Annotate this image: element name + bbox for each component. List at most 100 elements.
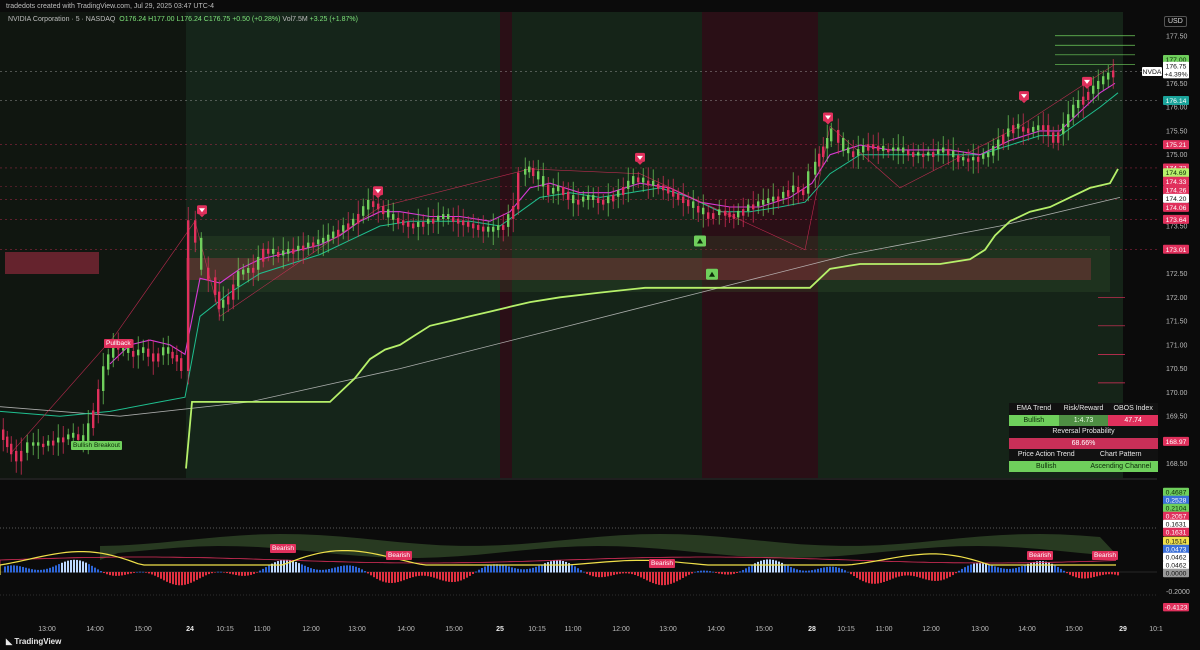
candle-body (327, 234, 330, 242)
candle-body (1002, 134, 1005, 145)
candle-body (194, 220, 197, 243)
candle-body (47, 440, 50, 446)
osc-histogram-bar (406, 572, 408, 580)
risk-reward-value: 1:4.73 (1058, 414, 1109, 426)
candle-body (442, 214, 445, 220)
candle-body (77, 434, 80, 440)
time-tick-label: 11:00 (876, 626, 893, 633)
osc-histogram-bar (40, 569, 42, 573)
candle-body (642, 177, 645, 183)
candle-body (1097, 80, 1100, 90)
currency-button[interactable]: USD (1164, 16, 1187, 27)
risk-reward-header: Risk/Reward (1063, 405, 1104, 412)
osc-histogram-bar (865, 572, 867, 583)
candle-body (32, 442, 35, 446)
osc-histogram-bar (121, 572, 123, 576)
osc-histogram-bar (466, 572, 468, 578)
osc-histogram-bar (661, 572, 663, 586)
candle-body (332, 231, 335, 239)
osc-histogram-bar (571, 564, 573, 573)
candle-body (818, 153, 821, 167)
osc-histogram-bar (931, 572, 933, 581)
osc-histogram-bar (91, 565, 93, 573)
osc-histogram-bar (709, 571, 711, 573)
candle-body (782, 191, 785, 199)
candle-body (167, 347, 170, 354)
osc-histogram-bar (835, 567, 837, 573)
time-tick-label: 13:00 (38, 626, 56, 633)
osc-histogram-bar (436, 572, 438, 579)
symbol-legend[interactable]: NVIDIA Corporation · 5 · NASDAQ O176.24 … (8, 16, 358, 23)
osc-histogram-bar (607, 572, 609, 577)
osc-histogram-bar (637, 572, 639, 577)
osc-histogram-bar (712, 571, 714, 573)
candle-body (927, 152, 930, 156)
osc-histogram-bar (730, 572, 732, 575)
osc-histogram-bar (883, 572, 885, 582)
osc-histogram-bar (838, 567, 840, 573)
osc-histogram-bar (1081, 572, 1083, 579)
osc-histogram-bar (964, 567, 966, 573)
candle-body (592, 195, 595, 200)
osc-histogram-bar (160, 572, 162, 579)
price-axis-badge-text: 173.64 (1166, 217, 1187, 224)
candle-body (1037, 125, 1040, 131)
osc-histogram-bar (268, 565, 270, 573)
ema-trend-header: EMA Trend (1016, 405, 1052, 412)
osc-histogram-bar (1087, 572, 1089, 579)
osc-histogram-bar (532, 567, 534, 573)
osc-axis-badge-text: 0.0000 (1166, 571, 1187, 578)
osc-histogram-bar (37, 569, 39, 573)
osc-histogram-bar (226, 572, 228, 574)
osc-histogram-bar (343, 565, 345, 573)
osc-histogram-bar (31, 569, 33, 573)
chart-canvas[interactable]: 177.50177.00176.50176.00175.50175.00174.… (0, 0, 1200, 650)
osc-histogram-bar (700, 570, 702, 573)
osc-histogram-bar (376, 572, 378, 579)
osc-histogram-bar (610, 572, 612, 576)
candle-body (852, 151, 855, 158)
osc-histogram-bar (25, 567, 27, 573)
osc-histogram-bar (304, 565, 306, 573)
candle-body (292, 248, 295, 254)
osc-histogram-bar (832, 566, 834, 573)
osc-histogram-bar (670, 572, 672, 584)
osc-histogram-bar (349, 565, 351, 573)
osc-histogram-bar (256, 572, 258, 573)
osc-histogram-bar (814, 569, 816, 573)
osc-histogram-bar (982, 563, 984, 573)
osc-histogram-bar (1045, 561, 1047, 573)
osc-histogram-bar (766, 559, 768, 573)
chart-pattern-value: Ascending Channel (1083, 460, 1158, 472)
tradingview-logo[interactable]: ◣ TradingView (6, 637, 61, 646)
osc-histogram-bar (1021, 566, 1023, 573)
osc-histogram-bar (166, 572, 168, 582)
osc-histogram-bar (355, 566, 357, 573)
osc-histogram-bar (547, 562, 549, 573)
candle-body (552, 187, 555, 194)
bearish-label: Bearish (649, 559, 676, 568)
osc-histogram-bar (940, 572, 942, 581)
candle-body (712, 213, 715, 219)
osc-histogram-bar (1096, 572, 1098, 577)
signal-dashboard: EMA Trend Risk/Reward OBOS Index Bullish… (1009, 403, 1159, 472)
price-axis-badge-text: 174.33 (1166, 179, 1187, 186)
osc-histogram-bar (595, 572, 597, 577)
osc-histogram-bar (790, 567, 792, 573)
time-tick-label: 13:00 (348, 626, 366, 633)
osc-histogram-bar (148, 572, 150, 574)
osc-histogram-bar (451, 572, 453, 583)
time-tick-label: 28 (808, 626, 816, 633)
osc-histogram-bar (859, 572, 861, 580)
osc-histogram-bar (85, 562, 87, 573)
candle-body (482, 226, 485, 232)
brand-label: TradingView (14, 637, 62, 646)
candle-body (72, 432, 75, 438)
candle-body (997, 139, 1000, 150)
candle-body (822, 146, 825, 158)
osc-histogram-bar (52, 566, 54, 573)
candle-body (352, 218, 355, 226)
osc-histogram-bar (424, 572, 426, 576)
candle-body (977, 156, 980, 162)
osc-histogram-bar (361, 569, 363, 573)
